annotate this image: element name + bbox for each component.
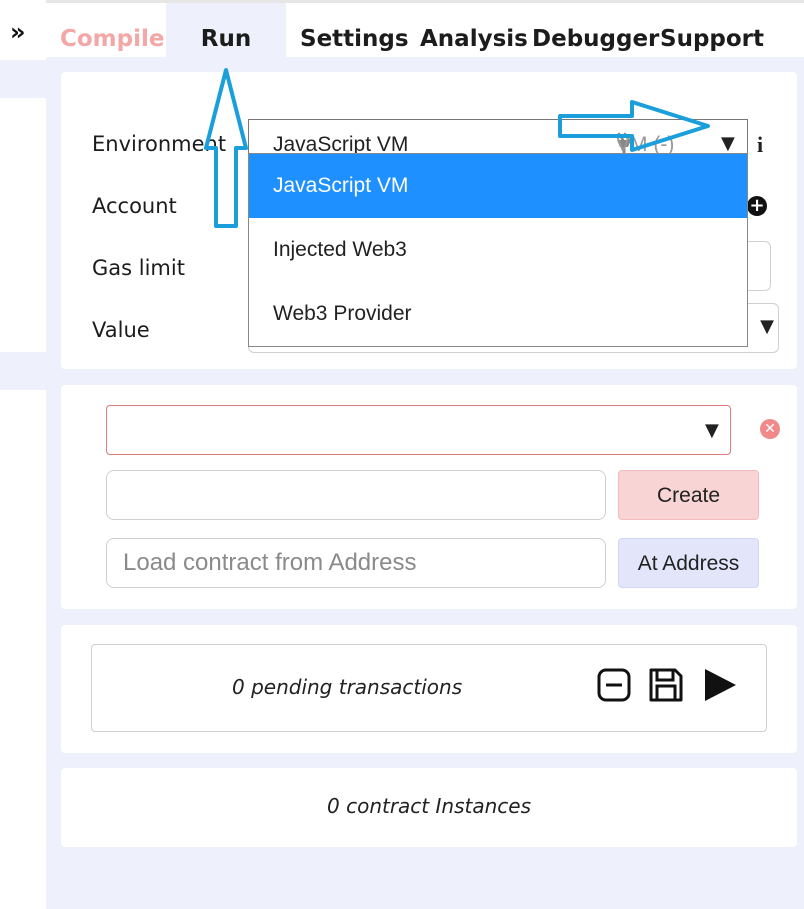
dropdown-option-javascript-vm[interactable]: JavaScript VM — [249, 154, 747, 218]
left-sidebar-band — [0, 60, 46, 98]
play-icon[interactable] — [702, 667, 738, 703]
tab-bar: Compile Run Settings Analysis Debugger S… — [46, 3, 804, 60]
transactions-card: 0 pending transactions — [61, 625, 797, 753]
value-label: Value — [92, 318, 150, 342]
tab-support[interactable]: Support — [660, 3, 764, 60]
tab-compile[interactable]: Compile — [60, 3, 164, 60]
environment-label: Environment — [92, 132, 227, 156]
minus-square-icon[interactable] — [596, 667, 632, 703]
transactions-recorder: 0 pending transactions — [91, 644, 767, 732]
contract-card: ▼ ✕ Create At Address — [61, 385, 797, 609]
create-button[interactable]: Create — [618, 470, 759, 520]
environment-dropdown-menu: JavaScript VM Injected Web3 Web3 Provide… — [248, 153, 748, 347]
tab-debugger[interactable]: Debugger — [532, 3, 659, 60]
contract-select[interactable]: ▼ — [106, 405, 731, 455]
dropdown-option-web3-provider[interactable]: Web3 Provider — [249, 282, 747, 346]
info-icon[interactable]: i — [757, 132, 763, 158]
tab-analysis[interactable]: Analysis — [420, 3, 528, 60]
account-label: Account — [92, 194, 177, 218]
add-account-icon[interactable]: + — [747, 196, 767, 216]
gas-limit-label: Gas limit — [92, 256, 185, 280]
at-address-button[interactable]: At Address — [618, 538, 759, 588]
instances-card: 0 contract Instances — [61, 768, 797, 847]
double-chevron-right-icon[interactable]: » — [10, 18, 26, 46]
close-icon[interactable]: ✕ — [760, 419, 780, 439]
dropdown-option-injected-web3[interactable]: Injected Web3 — [249, 218, 747, 282]
tab-run[interactable]: Run — [166, 3, 286, 60]
pending-transactions-text: 0 pending transactions — [232, 675, 463, 699]
contract-address-input[interactable] — [106, 538, 606, 588]
left-sidebar: » — [0, 0, 46, 909]
dropdown-caret-icon: ▼ — [705, 420, 719, 441]
dropdown-caret-icon: ▼ — [721, 133, 735, 154]
left-sidebar-band — [0, 352, 46, 390]
tab-settings[interactable]: Settings — [300, 3, 409, 60]
constructor-args-input[interactable] — [106, 470, 606, 520]
contract-instances-text: 0 contract Instances — [327, 794, 531, 818]
value-unit-caret-icon: ▼ — [760, 316, 774, 337]
save-icon[interactable] — [648, 667, 684, 703]
